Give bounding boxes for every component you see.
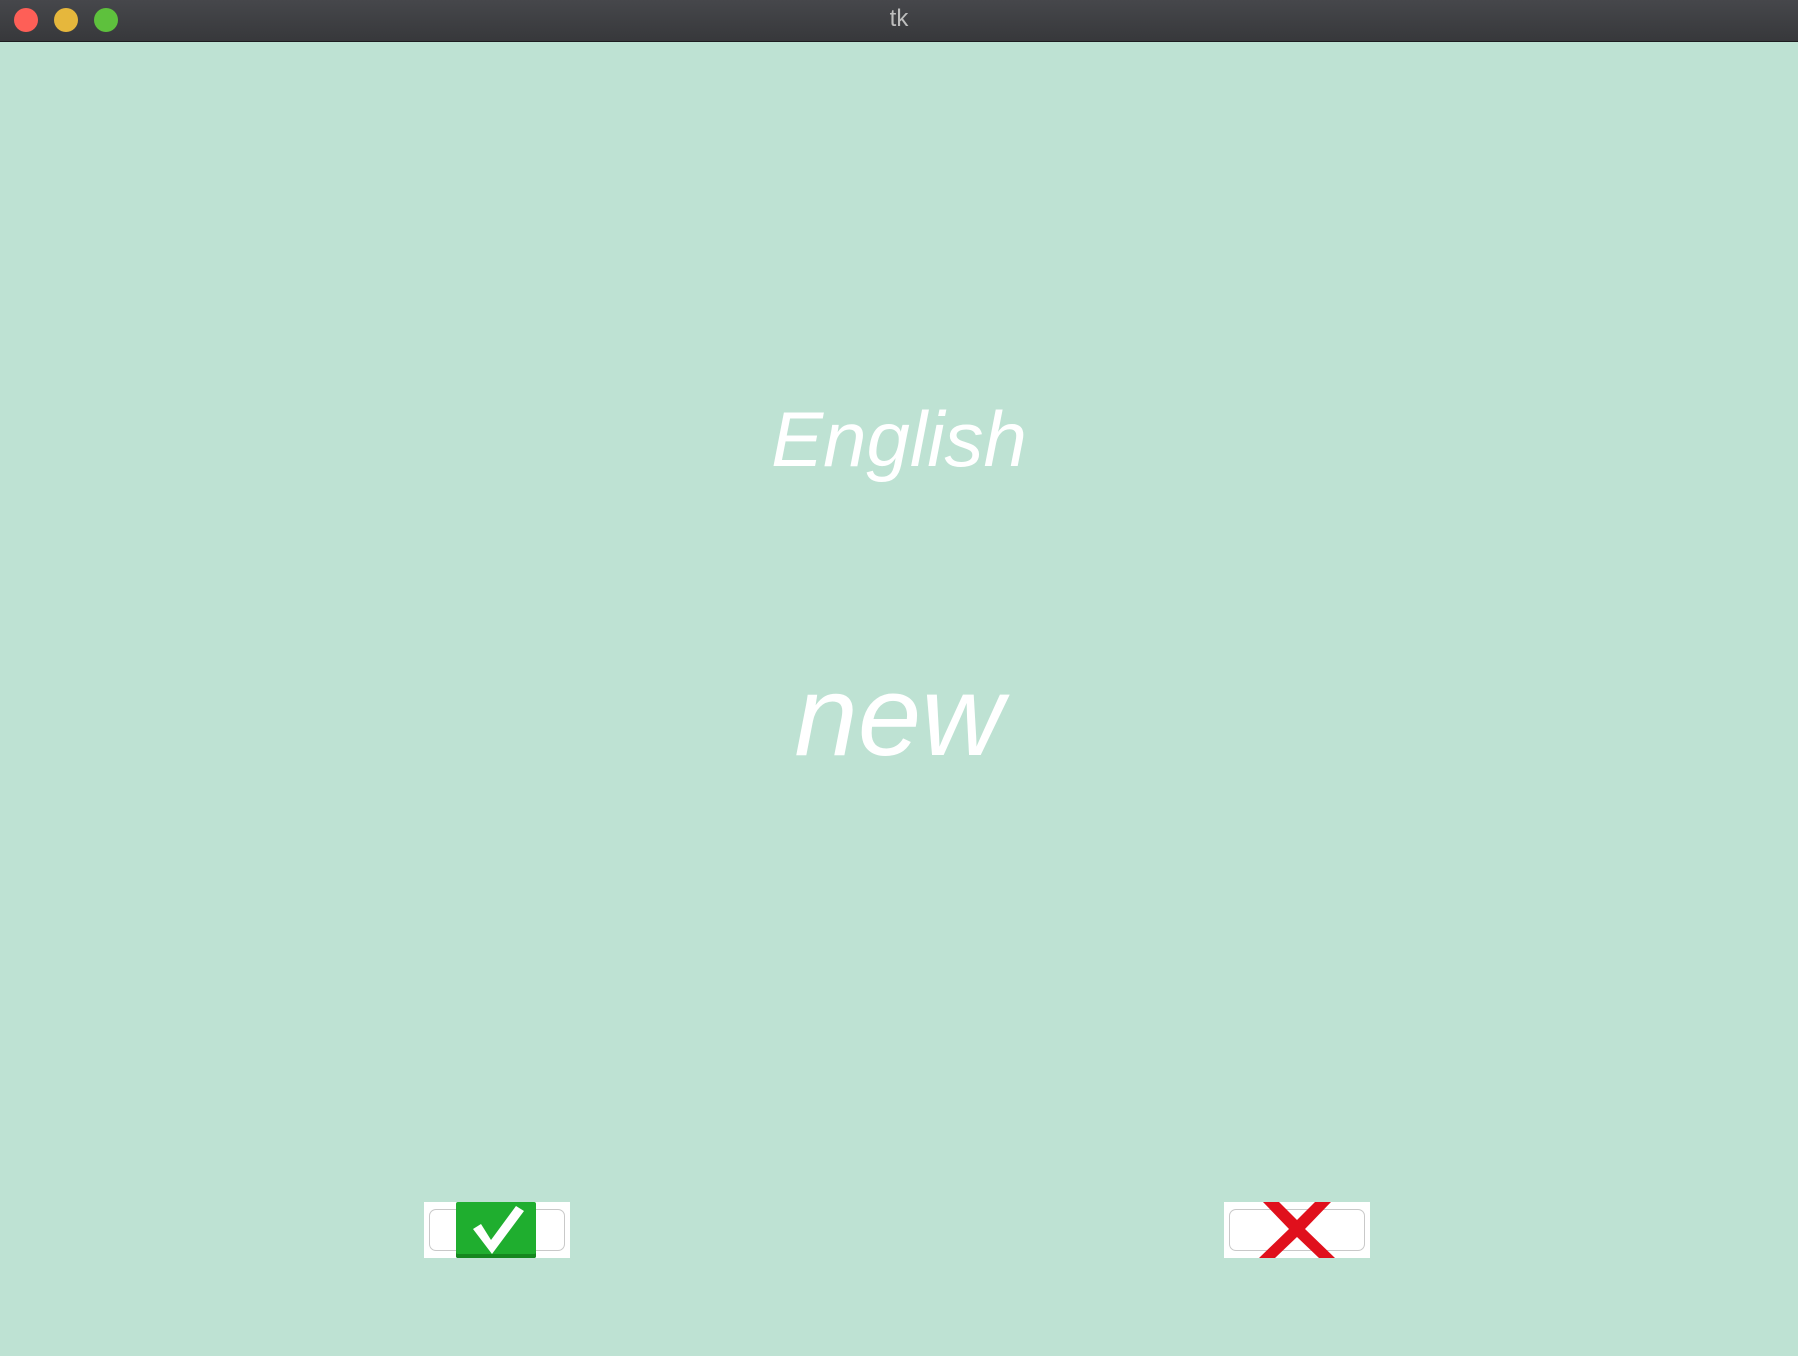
flashcard-word: new bbox=[794, 653, 1004, 780]
cross-mark-icon bbox=[1257, 1202, 1337, 1258]
correct-answer-button[interactable] bbox=[424, 1202, 570, 1258]
app-window: tk English new bbox=[0, 0, 1798, 1356]
wrong-answer-button[interactable] bbox=[1224, 1202, 1370, 1258]
check-mark-icon bbox=[456, 1202, 536, 1258]
window-title: tk bbox=[889, 5, 909, 32]
language-label: English bbox=[771, 395, 1027, 483]
title-bar[interactable]: tk bbox=[0, 0, 1798, 42]
